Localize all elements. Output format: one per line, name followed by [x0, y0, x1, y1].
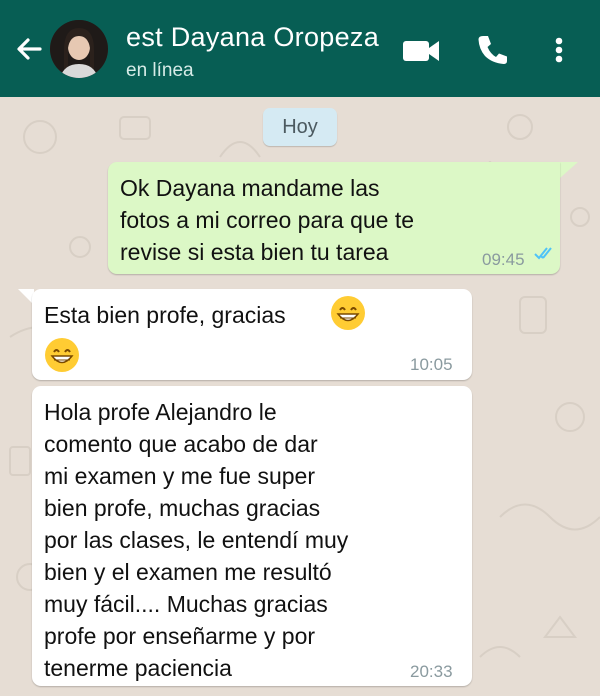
avatar[interactable]: [50, 20, 108, 78]
profile-photo-icon: [50, 20, 108, 78]
message-text: Esta bien profe, gracias: [44, 302, 286, 328]
grinning-face-icon: [45, 338, 79, 372]
outgoing-message[interactable]: Ok Dayana mandame las fotos a mi correo …: [108, 162, 560, 274]
incoming-message[interactable]: Hola profe Alejandro le comento que acab…: [32, 386, 472, 686]
contact-status: en línea: [126, 60, 194, 81]
grinning-face-icon: [331, 296, 365, 330]
contact-name[interactable]: est Dayana Oropeza: [126, 22, 379, 53]
message-time: 09:45: [482, 250, 525, 269]
outgoing-bubble-tail: [560, 162, 578, 178]
message-time: 20:33: [410, 662, 453, 681]
video-call-icon[interactable]: [400, 30, 444, 70]
message-text: Ok Dayana mandame las fotos a mi correo …: [120, 175, 415, 265]
back-arrow-icon[interactable]: [8, 28, 50, 70]
message-text: Hola profe Alejandro le comento que acab…: [44, 399, 349, 681]
read-ticks-icon: [534, 247, 552, 260]
more-vert-icon[interactable]: [544, 30, 574, 70]
date-chip: Hoy: [263, 108, 337, 146]
message-time: 10:05: [410, 355, 453, 374]
chat-header: est Dayana Oropeza en línea: [0, 0, 600, 97]
incoming-message[interactable]: Esta bien profe, gracias 10:05: [32, 289, 472, 380]
phone-icon[interactable]: [472, 30, 512, 70]
